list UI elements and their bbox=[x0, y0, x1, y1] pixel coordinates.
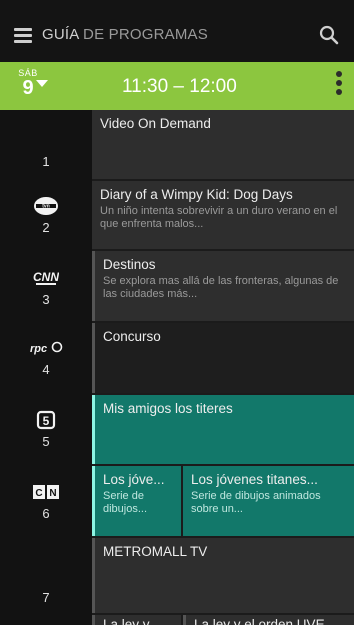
channel-7[interactable]: 7 bbox=[0, 590, 92, 605]
date-time-bar: SÁB 9 11:30 – 12:00 bbox=[0, 62, 354, 110]
channel-number: 7 bbox=[42, 590, 50, 605]
tvn-logo-icon: tvn bbox=[34, 197, 58, 215]
program-title: Mis amigos los titeres bbox=[103, 401, 233, 416]
program-cell[interactable]: Diary of a Wimpy Kid: Dog Days Un niño i… bbox=[92, 181, 354, 249]
program-title: Los jóve... bbox=[103, 472, 165, 487]
channel-3[interactable]: CNN 3 bbox=[0, 268, 92, 307]
program-description: Un niño intenta sobrevivir a un duro ver… bbox=[100, 205, 338, 230]
channel-number: 6 bbox=[42, 506, 50, 521]
more-options-icon[interactable] bbox=[336, 71, 344, 101]
program-title: La ley y el orden UVE bbox=[194, 617, 325, 625]
page-title: GUÍA DE PROGRAMAS bbox=[42, 26, 208, 43]
program-title: METROMALL TV bbox=[103, 544, 208, 559]
program-cell[interactable]: METROMALL TV bbox=[92, 538, 354, 613]
svg-text:N: N bbox=[49, 488, 56, 499]
svg-text:CNN: CNN bbox=[33, 270, 59, 284]
program-cell[interactable]: La ley y el orden UVE bbox=[183, 615, 354, 625]
channel-number: 3 bbox=[42, 292, 50, 307]
channel-number: 2 bbox=[42, 220, 50, 235]
channel-number: 1 bbox=[42, 154, 50, 169]
cartoon-network-logo-icon: C N bbox=[33, 485, 59, 499]
channel-2[interactable]: tvn 2 bbox=[0, 196, 92, 235]
caret-down-icon[interactable] bbox=[36, 80, 48, 87]
program-title: Video On Demand bbox=[100, 116, 211, 131]
program-cell[interactable]: La ley y... bbox=[92, 615, 181, 625]
program-cell-current[interactable]: Los jóve... Serie de dibujos... bbox=[92, 466, 181, 536]
channel-5[interactable]: 5 5 bbox=[0, 410, 92, 449]
channel-4[interactable]: rpc 4 bbox=[0, 338, 92, 377]
program-description: Serie de dibujos... bbox=[103, 490, 148, 515]
program-description: Se explora mas allá de las fronteras, al… bbox=[103, 275, 339, 300]
program-title: Los jóvenes titanes... bbox=[191, 472, 318, 487]
page-title-rest: DE PROGRAMAS bbox=[83, 26, 208, 43]
rpc-logo-icon: rpc bbox=[30, 341, 63, 355]
channel-number: 4 bbox=[42, 362, 50, 377]
program-cell[interactable]: Concurso bbox=[92, 323, 354, 393]
channel-1[interactable]: 1 bbox=[0, 154, 92, 169]
hamburger-menu-icon[interactable] bbox=[14, 28, 32, 43]
program-title: Destinos bbox=[103, 257, 156, 272]
svg-text:5: 5 bbox=[43, 414, 50, 428]
time-range: 11:30 – 12:00 bbox=[122, 76, 237, 97]
program-title: La ley y... bbox=[103, 617, 160, 625]
cnn-logo-icon: CNN bbox=[33, 270, 59, 285]
program-cell[interactable]: Los jóvenes titanes... Serie de dibujos … bbox=[183, 466, 354, 536]
channel-column: 1 tvn 2 CNN 3 rpc 4 5 5 C N 6 7 bbox=[0, 110, 92, 625]
svg-text:C: C bbox=[35, 488, 42, 499]
channel-number: 5 bbox=[42, 434, 50, 449]
program-title: Diary of a Wimpy Kid: Dog Days bbox=[100, 187, 293, 202]
svg-text:tvn: tvn bbox=[42, 204, 50, 210]
channel-6[interactable]: C N 6 bbox=[0, 482, 92, 521]
search-icon[interactable] bbox=[318, 24, 340, 46]
program-cell[interactable]: Video On Demand bbox=[92, 110, 354, 179]
channel-5-logo-icon: 5 bbox=[36, 410, 56, 430]
page-title-bold: GUÍA bbox=[42, 26, 79, 43]
program-title: Concurso bbox=[103, 329, 161, 344]
program-cell[interactable]: Destinos Se explora mas allá de las fron… bbox=[92, 251, 354, 321]
svg-text:rpc: rpc bbox=[30, 343, 47, 355]
program-cell-current[interactable]: Mis amigos los titeres bbox=[92, 395, 354, 464]
program-grid: Video On Demand Diary of a Wimpy Kid: Do… bbox=[92, 110, 354, 625]
program-description: Serie de dibujos animados sobre un... bbox=[191, 490, 321, 515]
